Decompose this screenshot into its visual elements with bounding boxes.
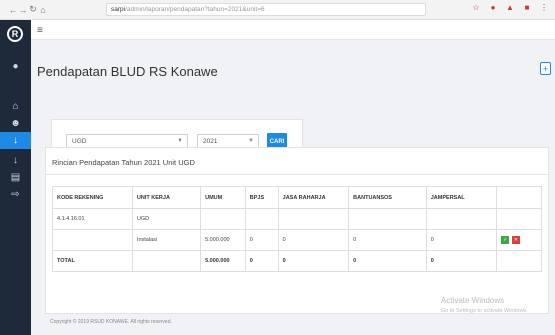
cell-unit — [131, 250, 202, 272]
main-content: Pendapatan BLUD RS Konawe + UGD ▼ 2021 ▼… — [31, 40, 555, 335]
forward-icon[interactable]: → — [18, 4, 28, 16]
address-bar[interactable]: sarpi /admin/laporan/pendapatan?tahun=20… — [106, 3, 426, 16]
hamburger-menu-icon[interactable]: ≡ — [37, 25, 43, 36]
windows-activation-watermark: Activate Windows — [441, 296, 505, 305]
extension-icon[interactable]: ▲ — [505, 3, 515, 12]
sidebar: R ● ⌂ ☻ ↓ ↓ ▤ ⇨ — [0, 20, 31, 335]
sidebar-item-upload[interactable]: ↓ — [0, 152, 31, 169]
cell-total-bpjs: 0 — [244, 250, 279, 272]
cell-bantuansos — [348, 208, 427, 230]
column-header: UNIT KERJA — [131, 186, 202, 209]
browser-toolbar: ← → ↻ ⌂ sarpi /admin/laporan/pendapatan?… — [0, 0, 555, 20]
cell-bpjs — [244, 208, 279, 230]
cell-jampersal: 0 — [425, 229, 498, 251]
chevron-down-icon: ▼ — [248, 138, 254, 144]
cell-total-jasa-raharja: 0 — [277, 250, 350, 272]
column-header: UMUM — [200, 186, 246, 209]
column-header: JAMPERSAL — [425, 186, 498, 209]
cell-account-code: 4.1.4.16.01 — [52, 208, 133, 230]
sidebar-item-pendapatan[interactable]: ↓ — [0, 132, 31, 149]
extension-icon[interactable]: ■ — [522, 3, 532, 12]
browser-extensions: ☆ ● ▲ ■ ⋮ — [471, 3, 549, 12]
cell-unit: UGD — [131, 208, 202, 230]
cell-total-jampersal: 0 — [425, 250, 498, 272]
cell-account-code — [52, 229, 133, 251]
avatar[interactable]: ● — [0, 58, 31, 75]
table-header-row: KODE REKENING UNIT KERJA UMUM BPJS JASA … — [52, 186, 542, 209]
cell-bpjs: 0 — [244, 229, 279, 251]
home-icon[interactable]: ⌂ — [38, 4, 48, 16]
windows-activation-hint: Go to Settings to activate Windows. — [441, 308, 528, 314]
extension-icon[interactable]: ● — [488, 3, 498, 12]
cell-bantuansos: 0 — [348, 229, 427, 251]
cell-jasa-raharja: 0 — [277, 229, 350, 251]
page-title: Pendapatan BLUD RS Konawe — [37, 64, 218, 79]
bookmark-star-icon[interactable]: ☆ — [471, 3, 481, 12]
income-table-card: Rincian Pendapatan Tahun 2021 Unit UGD K… — [45, 147, 550, 314]
reload-icon[interactable]: ↻ — [28, 4, 38, 16]
column-header: JASA RAHARJA — [277, 186, 350, 209]
sidebar-item-chart[interactable]: ▤ — [0, 169, 31, 186]
top-bar: ≡ — [31, 20, 555, 40]
url-domain: sarpi — [111, 6, 126, 13]
table-row: 4.1.4.16.01 UGD — [52, 208, 542, 230]
back-icon[interactable]: ← — [8, 4, 18, 16]
app-logo: R — [7, 26, 23, 42]
cell-unit: Instalasi — [131, 229, 202, 251]
cell-umum: 5.000.000 — [200, 229, 246, 251]
menu-icon[interactable]: ⋮ — [539, 3, 549, 12]
sidebar-item-users[interactable]: ☻ — [0, 115, 31, 132]
card-heading: Rincian Pendapatan Tahun 2021 Unit UGD — [52, 158, 195, 167]
cell-total-bantuansos: 0 — [348, 250, 427, 272]
column-header — [496, 186, 542, 209]
cell-umum — [200, 208, 246, 230]
unit-select-value: UGD — [72, 138, 87, 145]
cell-jasa-raharja — [277, 208, 350, 230]
year-select-value: 2021 — [203, 138, 218, 145]
column-header: BPJS — [244, 186, 279, 209]
income-table: KODE REKENING UNIT KERJA UMUM BPJS JASA … — [52, 186, 542, 272]
url-path: /admin/laporan/pendapatan?tahun=2021&uni… — [125, 6, 265, 13]
column-header: BANTUANSOS — [348, 186, 427, 209]
cell-total-label: TOTAL — [52, 250, 133, 272]
add-button[interactable]: + — [540, 62, 551, 75]
footer-copyright: Copyright © 2019 RSUD KONAWE. All rights… — [50, 319, 172, 325]
cell-actions — [496, 250, 542, 272]
cell-actions: ✓ ✕ — [496, 229, 542, 251]
chevron-down-icon: ▼ — [177, 138, 183, 144]
delete-icon[interactable]: ✕ — [511, 236, 520, 244]
edit-icon[interactable]: ✓ — [501, 236, 510, 244]
cell-total-umum: 5.000.000 — [200, 250, 246, 272]
cell-jampersal — [425, 208, 498, 230]
column-header: KODE REKENING — [52, 186, 133, 209]
table-row: Instalasi 5.000.000 0 0 0 0 ✓ ✕ — [52, 229, 542, 251]
total-row: TOTAL 5.000.000 0 0 0 0 — [52, 250, 542, 272]
sidebar-item-logout[interactable]: ⇨ — [0, 186, 31, 203]
divider — [46, 174, 550, 175]
sidebar-item-home[interactable]: ⌂ — [0, 98, 31, 115]
cell-actions — [496, 208, 542, 230]
